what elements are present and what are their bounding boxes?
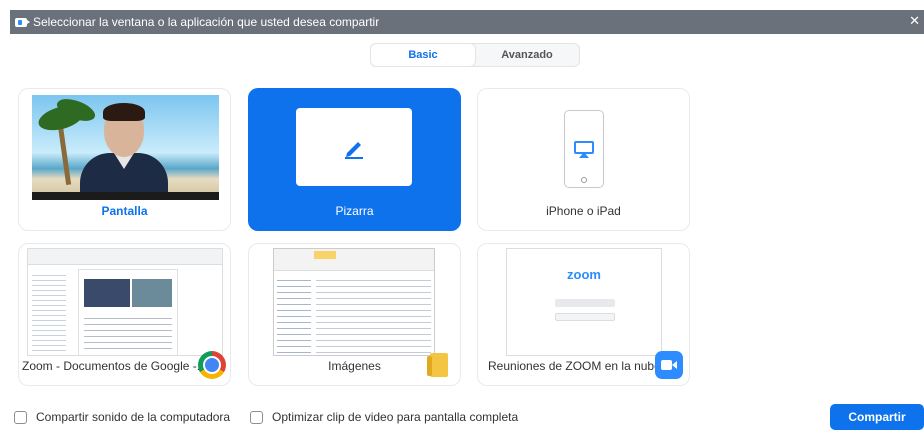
explorer-thumbnail	[273, 248, 435, 356]
share-button[interactable]: Compartir	[830, 404, 924, 430]
chrome-icon	[198, 351, 226, 379]
optimize-video-checkbox[interactable]	[250, 410, 263, 424]
source-label: Pizarra	[335, 204, 374, 218]
share-sound-option[interactable]: Compartir sonido de la computadora	[14, 410, 230, 424]
zoom-logo: zoom	[567, 267, 601, 282]
source-label: Pantalla	[101, 204, 148, 218]
airplay-icon	[574, 141, 594, 158]
zoom-web-thumbnail: zoom	[506, 248, 662, 356]
screen-thumbnail	[32, 95, 219, 200]
tab-basic[interactable]: Basic	[371, 44, 475, 66]
tab-avanzado[interactable]: Avanzado	[475, 44, 579, 66]
optimize-video-label: Optimizar clip de video para pantalla co…	[272, 410, 519, 424]
source-card-pizarra[interactable]: Pizarra	[248, 88, 461, 231]
zoom-camera-icon	[15, 17, 30, 27]
folder-icon	[427, 353, 448, 377]
source-card-google-docs[interactable]: Zoom - Documentos de Google -...	[18, 243, 231, 386]
share-mode-tabs: Basic Avanzado	[370, 43, 580, 67]
share-sound-label: Compartir sonido de la computadora	[36, 410, 231, 424]
source-card-imagenes[interactable]: Imágenes	[248, 243, 461, 386]
document-thumbnail	[27, 248, 223, 356]
zoom-app-icon	[655, 351, 683, 379]
window-title: Seleccionar la ventana o la aplicación q…	[33, 15, 380, 29]
source-card-zoom-nube[interactable]: zoom Reuniones de ZOOM en la nube	[477, 243, 690, 386]
pen-icon	[345, 142, 363, 159]
window-titlebar: Seleccionar la ventana o la aplicación q…	[10, 10, 924, 34]
whiteboard-thumbnail	[296, 108, 412, 186]
optimize-video-option[interactable]: Optimizar clip de video para pantalla co…	[250, 410, 518, 424]
source-card-iphone[interactable]: iPhone o iPad	[477, 88, 690, 231]
source-card-pantalla[interactable]: Pantalla	[18, 88, 231, 231]
source-label: iPhone o iPad	[546, 204, 621, 218]
phone-thumbnail	[564, 110, 604, 188]
close-icon[interactable]: ✕	[909, 13, 920, 29]
share-sound-checkbox[interactable]	[14, 410, 27, 424]
